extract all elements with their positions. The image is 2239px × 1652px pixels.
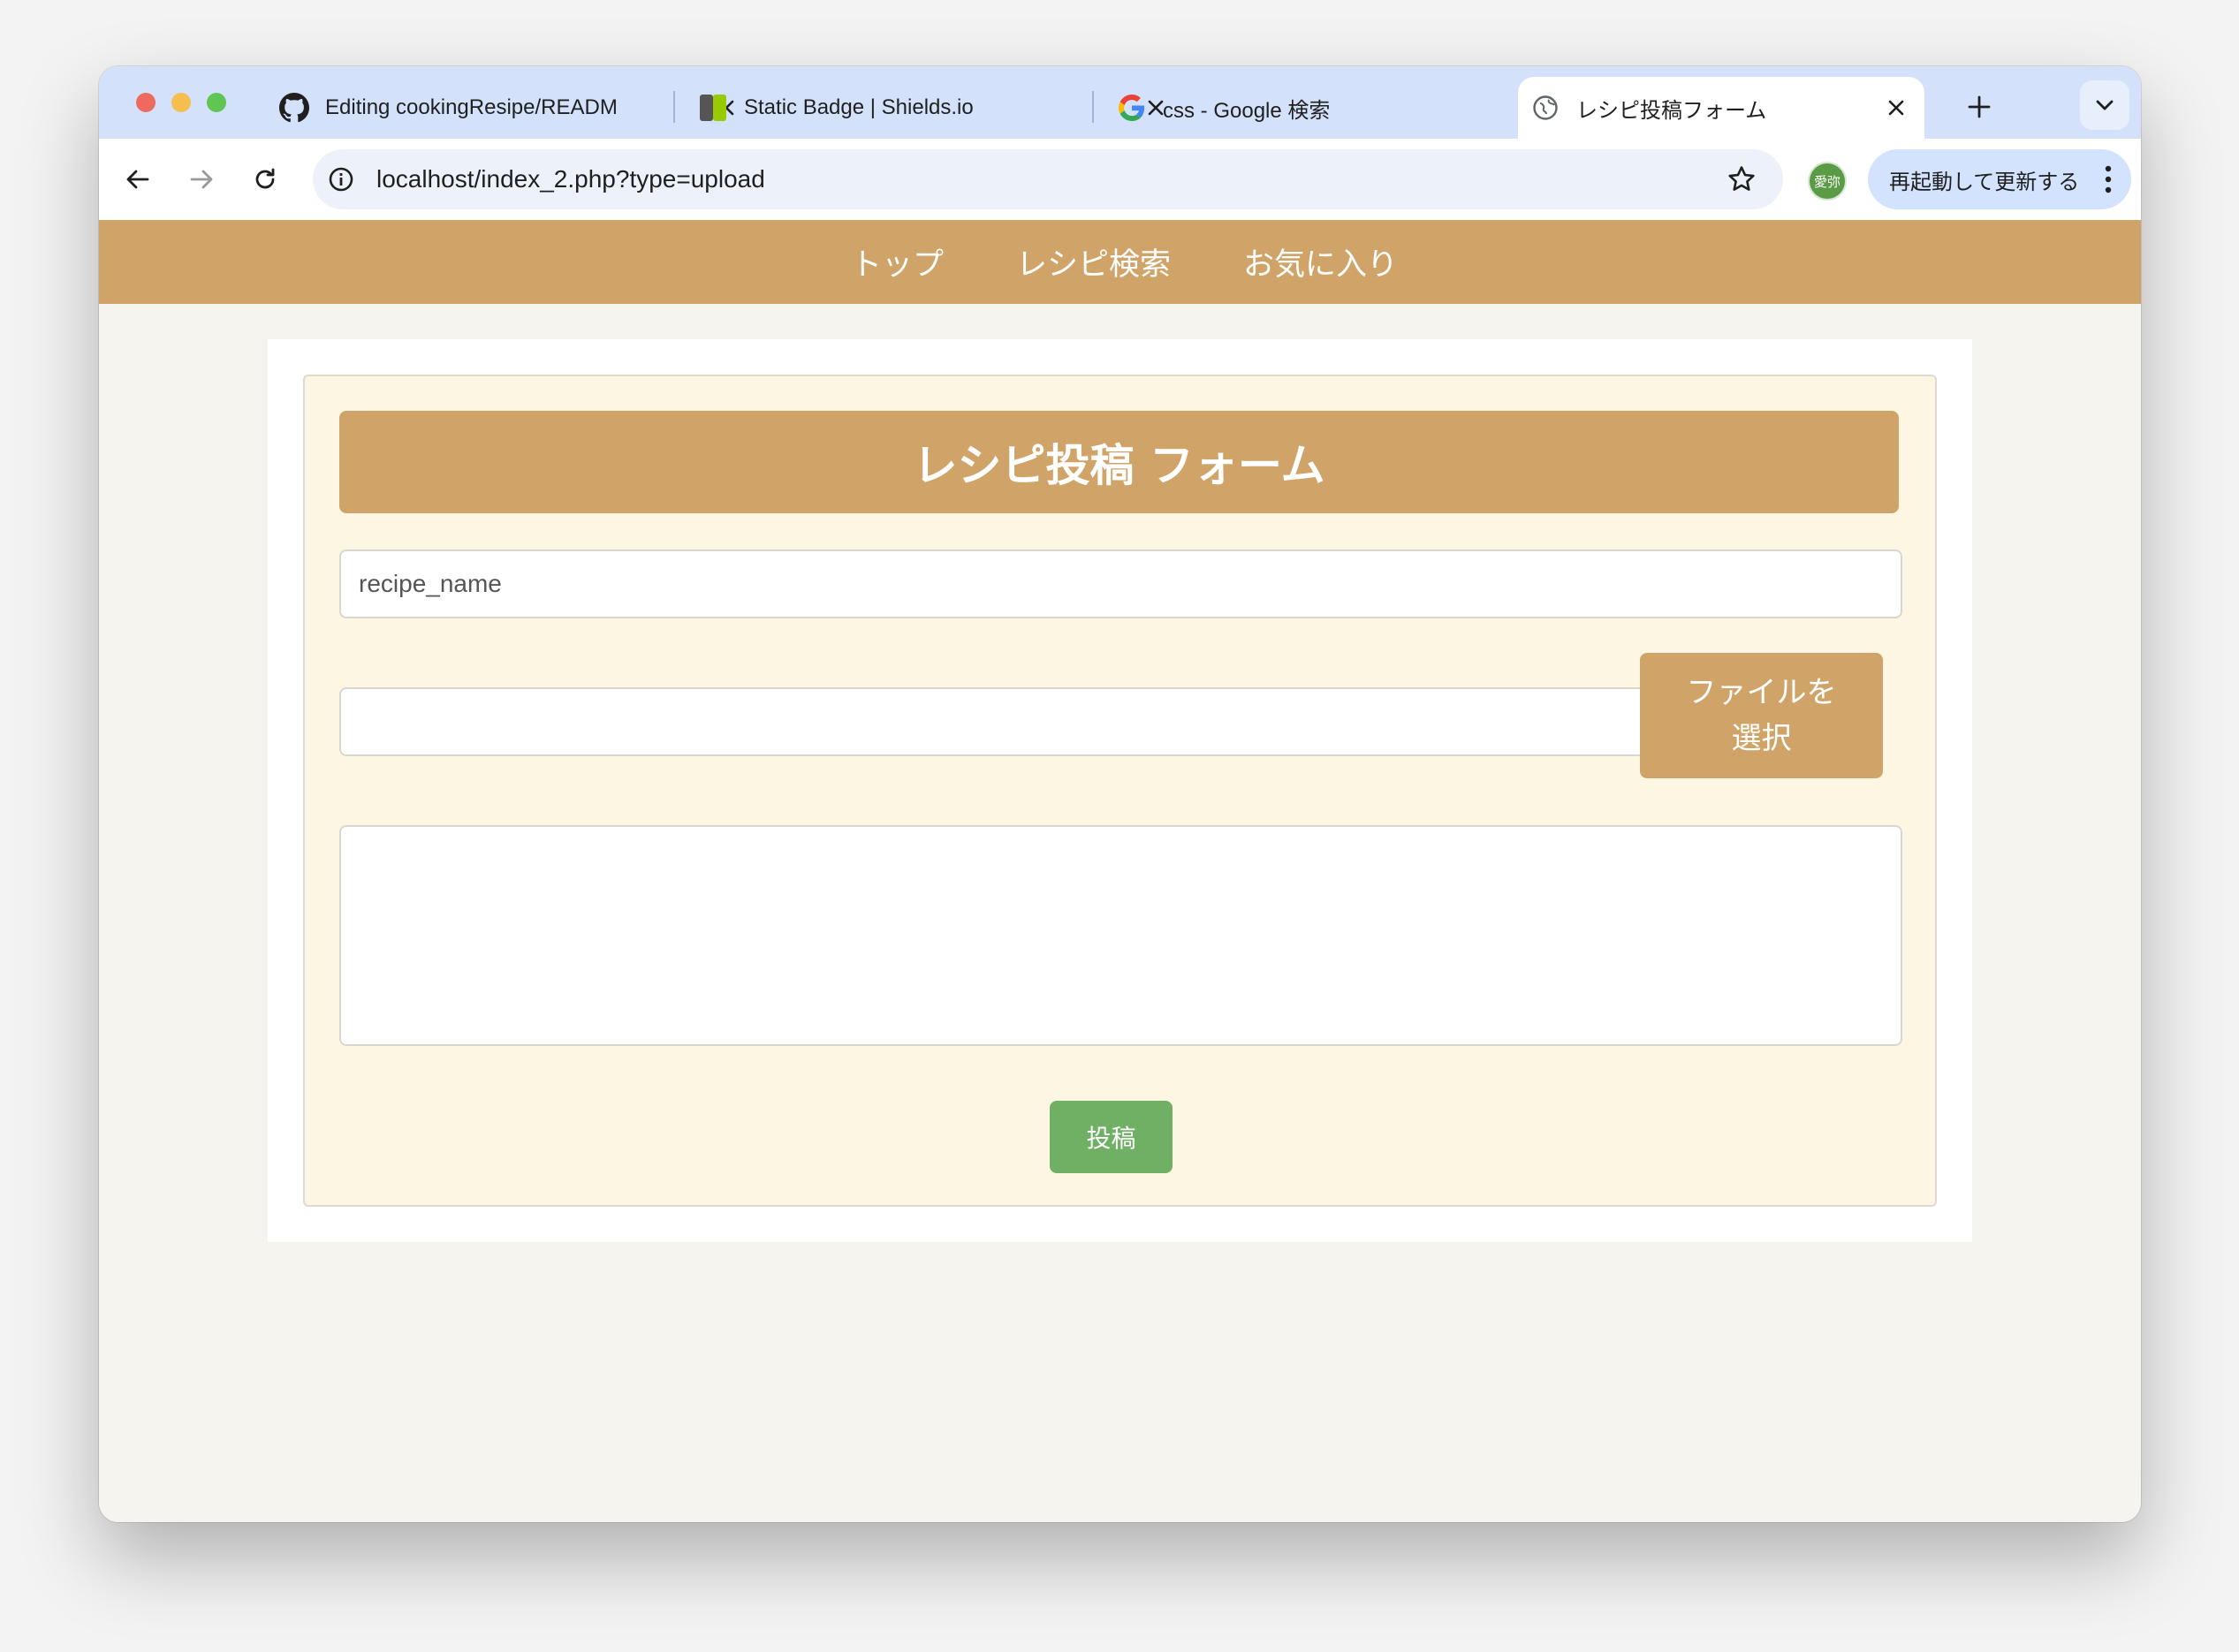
profile-avatar[interactable]: 愛弥	[1810, 163, 1845, 199]
reload-button[interactable]	[244, 158, 286, 201]
chevron-down-icon	[2096, 100, 2114, 110]
maximize-window-button[interactable]	[207, 93, 226, 112]
kebab-menu-icon[interactable]	[2105, 165, 2112, 193]
close-window-button[interactable]	[136, 93, 156, 112]
nav-recipe-search[interactable]: レシピ検索	[1016, 239, 1171, 284]
nav-favorites[interactable]: お気に入り	[1243, 239, 1398, 284]
reload-icon	[255, 168, 275, 189]
google-icon	[1117, 93, 1147, 123]
page-content: トップ レシピ検索 お気に入り レシピ投稿 フォーム recipe_name フ…	[99, 220, 2141, 1522]
recipe-name-input[interactable]: recipe_name	[339, 549, 1902, 618]
tab-recipe-form[interactable]: レシピ投稿フォーム	[1518, 77, 1924, 139]
recipe-name-placeholder: recipe_name	[359, 570, 502, 597]
restart-to-update-button[interactable]: 再起動して更新する	[1868, 149, 2131, 209]
forward-button[interactable]	[180, 158, 223, 201]
minimize-window-button[interactable]	[171, 93, 191, 112]
choose-file-button[interactable]: ファイルを選択	[1640, 653, 1883, 778]
upload-form: レシピ投稿 フォーム recipe_name ファイルを選択 投稿	[303, 375, 1937, 1207]
nav-top[interactable]: トップ	[851, 239, 944, 284]
form-card: レシピ投稿 フォーム recipe_name ファイルを選択 投稿	[268, 339, 1972, 1242]
plus-icon	[1968, 95, 1991, 118]
globe-icon	[1530, 93, 1560, 123]
tab-separator	[673, 91, 675, 123]
tab-title: Editing cookingResipe/READM	[325, 95, 618, 119]
tab-separator	[1092, 91, 1094, 123]
site-info-icon[interactable]	[327, 165, 355, 193]
tab-title: レシピ投稿フォーム	[1576, 98, 1767, 123]
back-button[interactable]	[117, 158, 159, 201]
tab-search-button[interactable]	[2080, 80, 2129, 130]
forward-arrow-icon	[190, 170, 213, 189]
browser-window: Editing cookingResipe/READM Static Badge…	[99, 66, 2141, 1522]
tab-close-icon[interactable]	[1880, 92, 1912, 124]
tab-title: Static Badge | Shields.io	[744, 95, 974, 119]
address-bar[interactable]: localhost/index_2.php?type=upload	[313, 149, 1783, 209]
shields-icon	[698, 93, 728, 123]
github-icon	[279, 93, 309, 123]
new-tab-button[interactable]	[1958, 86, 2000, 128]
site-nav: トップ レシピ検索 お気に入り	[99, 220, 2141, 304]
submit-button[interactable]: 投稿	[1050, 1101, 1173, 1173]
update-label: 再起動して更新する	[1889, 169, 2080, 194]
tab-github[interactable]: Editing cookingResipe/READM	[267, 77, 755, 139]
file-name-input[interactable]	[339, 687, 1681, 756]
bookmark-star-icon[interactable]	[1727, 164, 1757, 194]
description-textarea[interactable]	[339, 825, 1902, 1046]
tab-strip: Editing cookingResipe/READM Static Badge…	[99, 66, 2141, 139]
browser-toolbar: localhost/index_2.php?type=upload 愛弥 再起動…	[99, 139, 2141, 220]
form-title: レシピ投稿 フォーム	[339, 411, 1899, 513]
back-arrow-icon	[126, 170, 149, 189]
url-text: localhost/index_2.php?type=upload	[376, 165, 765, 193]
tab-title: css - Google 検索	[1163, 98, 1331, 123]
